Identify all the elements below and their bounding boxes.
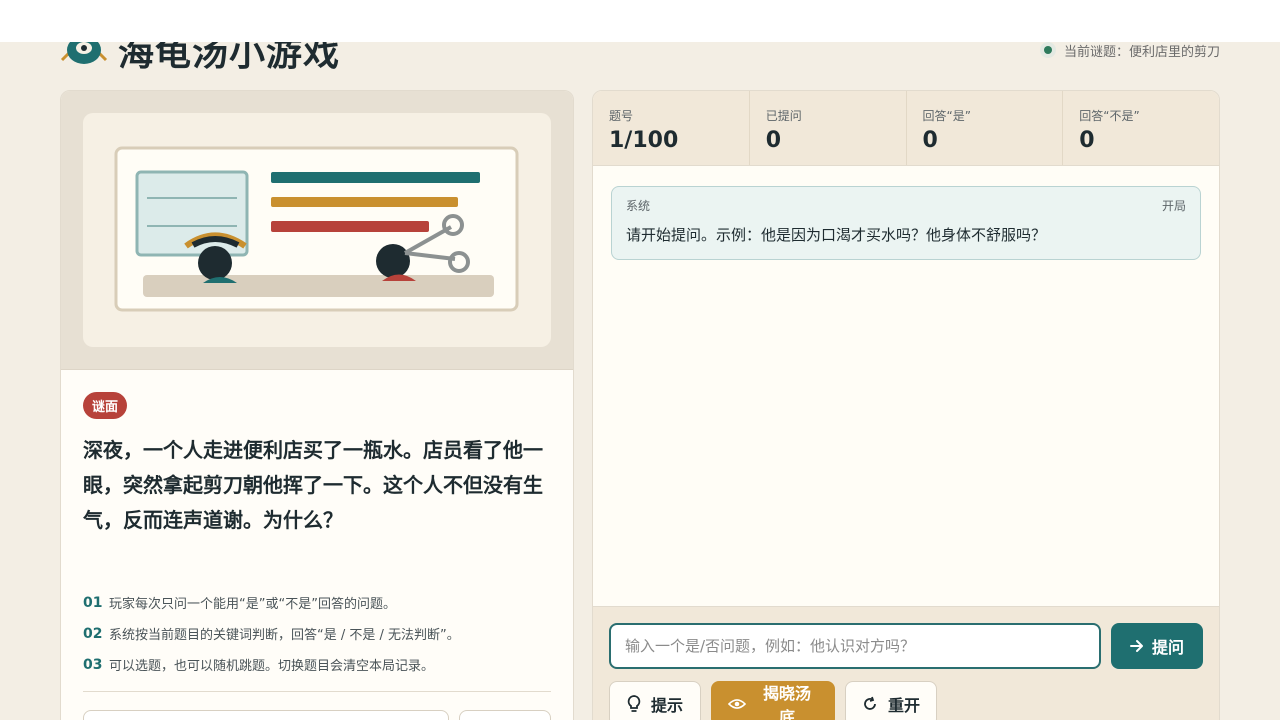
rule-number: 02 — [83, 625, 103, 642]
stat-label: 回答“不是” — [1079, 109, 1140, 123]
stat-value: 1/100 — [609, 128, 679, 153]
stat-questions-asked: 已提问 0 — [750, 91, 907, 165]
reveal-answer-button[interactable]: 揭晓汤底 — [711, 681, 835, 720]
rule-text: 系统按当前题目的关键词判断，回答“是 / 不是 / 无法判断”。 — [109, 628, 460, 643]
refresh-icon — [862, 696, 878, 712]
current-puzzle-label: 当前谜题：便利店里的剪刀 — [1063, 44, 1220, 60]
rules-list: 01 玩家每次只问一个能用“是”或“不是”回答的问题。 02 系统按当前题目的关… — [83, 587, 551, 680]
current-puzzle-status: 当前谜题：便利店里的剪刀 — [1039, 41, 1220, 60]
status-dot-icon — [1039, 42, 1056, 58]
hint-button-label: 提示 — [650, 696, 683, 715]
puzzle-area: 谜面 深夜，一个人走进便利店买了一瓶水。店员看了他一眼，突然拿起剪刀朝他挥了一下… — [61, 370, 573, 720]
top-bar — [0, 0, 1280, 42]
puzzle-badge: 谜面 — [83, 392, 128, 419]
arrow-right-icon — [1129, 639, 1144, 653]
rule-number: 03 — [83, 656, 103, 673]
message-text: 请开始提问。示例：他是因为口渴才买水吗？他身体不舒服吗？ — [626, 226, 1047, 244]
turtle-logo-icon — [60, 42, 108, 66]
store-scene-illustration — [83, 113, 551, 347]
rule-text: 玩家每次只问一个能用“是”或“不是”回答的问题。 — [109, 597, 396, 612]
stats-bar: 题号 1/100 已提问 0 回答“是” 0 回答“不是” 0 — [593, 91, 1219, 166]
rule-number: 01 — [83, 594, 103, 611]
stat-label: 已提问 — [765, 109, 802, 123]
game-card: 题号 1/100 已提问 0 回答“是” 0 回答“不是” 0 系统 开局 请开… — [592, 90, 1220, 720]
stat-value: 0 — [922, 128, 938, 153]
restart-button[interactable]: 重开 — [845, 681, 937, 720]
ask-button[interactable]: 提问 — [1111, 623, 1203, 669]
stat-no-count: 回答“不是” 0 — [1063, 91, 1219, 165]
action-row: 提示 揭晓汤底 重开 — [609, 681, 1203, 720]
rule-item: 01 玩家每次只问一个能用“是”或“不是”回答的问题。 — [83, 587, 551, 618]
restart-button-label: 重开 — [888, 696, 921, 715]
puzzle-text: 深夜，一个人走进便利店买了一瓶水。店员看了他一眼，突然拿起剪刀朝他挥了一下。这个… — [83, 438, 543, 532]
illustration-panel — [61, 91, 573, 370]
rule-item: 02 系统按当前题目的关键词判断，回答“是 / 不是 / 无法判断”。 — [83, 618, 551, 649]
rule-text: 可以选题，也可以随机跳题。切换题目会清空本局记录。 — [109, 659, 435, 674]
stat-yes-count: 回答“是” 0 — [907, 91, 1064, 165]
stat-puzzle-number: 题号 1/100 — [593, 91, 750, 165]
lightbulb-icon — [627, 695, 641, 713]
stat-value: 0 — [765, 128, 782, 153]
composer: 提问 提示 揭晓汤底 重开 — [593, 606, 1219, 720]
message-tag: 开局 — [1161, 199, 1186, 213]
chat-log[interactable]: 系统 开局 请开始提问。示例：他是因为口渴才买水吗？他身体不舒服吗？ — [593, 166, 1219, 606]
puzzle-card: 谜面 深夜，一个人走进便利店买了一瓶水。店员看了他一眼，突然拿起剪刀朝他挥了一下… — [60, 90, 574, 720]
app-title: 海龟汤小游戏 — [118, 42, 341, 74]
question-input[interactable] — [609, 623, 1101, 669]
hint-button[interactable]: 提示 — [609, 681, 701, 720]
puzzle-select[interactable] — [83, 710, 449, 720]
puzzle-select-row — [83, 710, 551, 720]
composer-row: 提问 — [609, 623, 1203, 669]
reveal-button-label: 揭晓汤底 — [762, 684, 811, 720]
rule-item: 03 可以选题，也可以随机跳题。切换题目会清空本局记录。 — [83, 649, 551, 680]
stat-label: 回答“是” — [922, 109, 971, 123]
message-sender: 系统 — [626, 199, 651, 213]
eye-icon — [728, 698, 746, 710]
random-puzzle-button[interactable] — [459, 710, 551, 720]
stat-value: 0 — [1079, 128, 1095, 153]
divider — [83, 691, 551, 692]
message-header: 系统 开局 — [626, 197, 1186, 214]
system-message: 系统 开局 请开始提问。示例：他是因为口渴才买水吗？他身体不舒服吗？ — [611, 186, 1201, 260]
ask-button-label: 提问 — [1151, 638, 1184, 657]
stat-label: 题号 — [609, 109, 634, 123]
